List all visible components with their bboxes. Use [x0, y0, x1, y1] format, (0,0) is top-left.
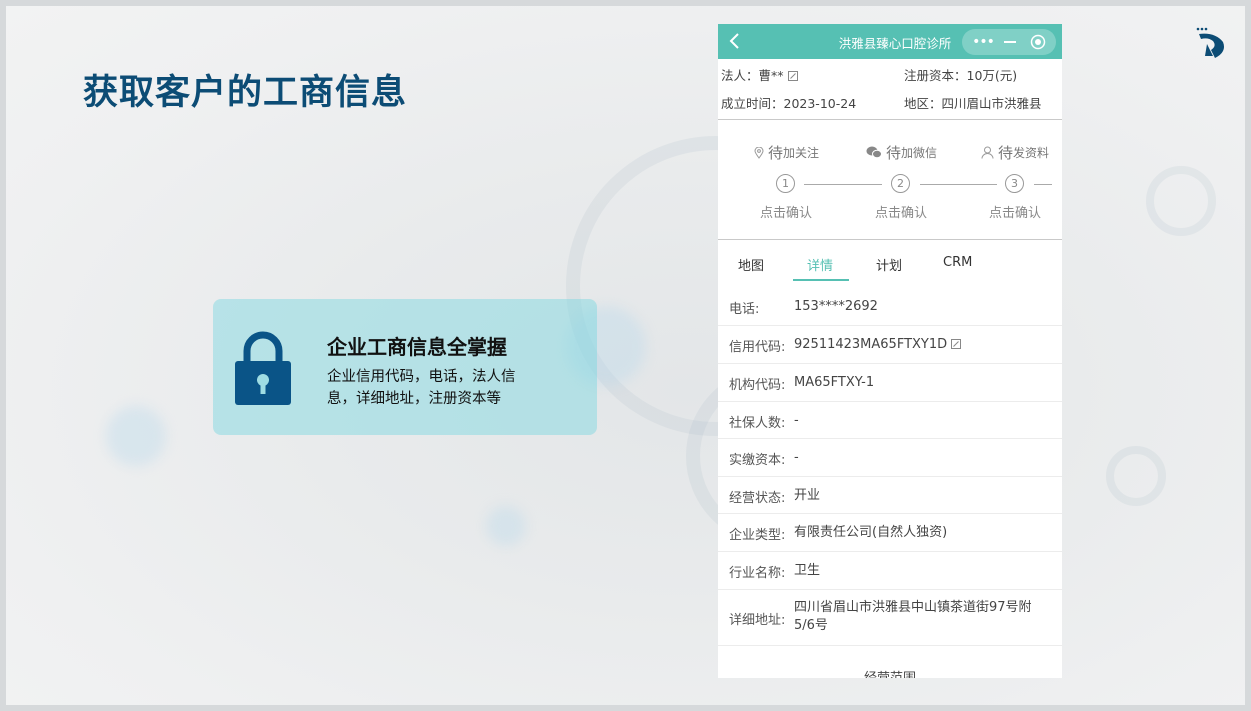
task-prefix: 待 — [998, 144, 1014, 162]
task-label: 发资料 — [1013, 146, 1050, 160]
task-label: 加微信 — [901, 146, 938, 160]
detail-key: 行业名称: — [729, 566, 786, 581]
tab-plan[interactable]: 计划 — [876, 255, 902, 274]
feature-description: 企业信用代码，电话，法人信息，详细地址，注册资本等 — [327, 369, 516, 407]
follow-up-steps: 待加关注 待加微信 待发资料 1 2 3 点击确认 点击确认 点击确认 — [718, 120, 1062, 240]
detail-row-paid-capital: 实缴资本: - — [718, 439, 1062, 477]
detail-value: 92511423MA65FTXY1D — [794, 336, 1048, 354]
detail-row-insured: 社保人数: - — [718, 402, 1062, 439]
task-follow[interactable]: 待加关注 — [754, 142, 819, 163]
company-logo-icon — [1196, 27, 1224, 58]
detail-key: 详细地址: — [729, 613, 786, 628]
detail-key: 社保人数: — [729, 416, 786, 431]
detail-key: 电话: — [729, 302, 760, 317]
detail-value: 153****2692 — [794, 299, 878, 314]
user-icon — [981, 146, 994, 159]
task-prefix: 待 — [886, 144, 902, 162]
tab-crm[interactable]: CRM — [943, 255, 972, 270]
wechat-icon — [866, 146, 882, 159]
detail-key: 经营状态: — [729, 491, 786, 506]
tab-details[interactable]: 详情 — [807, 255, 833, 274]
tab-map[interactable]: 地图 — [738, 255, 764, 274]
registered-capital: 注册资本：10万(元) — [904, 68, 1018, 83]
task-label: 加关注 — [783, 146, 820, 160]
detail-row-status: 经营状态: 开业 — [718, 477, 1062, 514]
detail-row-credit-code: 信用代码: 92511423MA65FTXY1D — [718, 326, 1062, 364]
phone-screen: 洪雅县臻心口腔诊所 ••• 法人：曹** 注册资本：10万(元) 成立时间：20… — [718, 24, 1062, 678]
credit-code-text: 92511423MA65FTXY1D — [794, 337, 948, 352]
legal-person-text: 法人：曹** — [721, 68, 784, 83]
feature-title: 企业工商信息全掌握 — [327, 335, 507, 359]
close-target-icon[interactable] — [1026, 29, 1050, 55]
detail-key: 信用代码: — [729, 340, 786, 355]
minimize-icon[interactable] — [1000, 29, 1020, 55]
detail-value: 有限责任公司(自然人独资) — [794, 525, 948, 540]
task-materials[interactable]: 待发资料 — [981, 142, 1049, 163]
detail-value: - — [794, 413, 799, 428]
detail-value: - — [794, 450, 799, 465]
legal-person: 法人：曹** — [721, 65, 798, 84]
step-3-circle: 3 — [1005, 174, 1024, 193]
confirm-button-3[interactable]: 点击确认 — [989, 202, 1041, 221]
gear-decoration — [1146, 166, 1216, 236]
location-pin-icon — [754, 146, 764, 159]
detail-row-type: 企业类型: 有限责任公司(自然人独资) — [718, 514, 1062, 552]
detail-value: MA65FTXY-1 — [794, 375, 875, 390]
detail-row-address: 详细地址: 四川省眉山市洪雅县中山镇茶道街97号附5/6号 — [718, 590, 1062, 646]
gear-decoration — [1106, 446, 1166, 506]
mini-program-capsule: ••• — [962, 29, 1056, 55]
active-tab-indicator — [793, 279, 849, 281]
confirm-button-1[interactable]: 点击确认 — [760, 202, 812, 221]
detail-row-org-code: 机构代码: MA65FTXY-1 — [718, 364, 1062, 402]
detail-value: 卫生 — [794, 563, 821, 578]
confirm-button-2[interactable]: 点击确认 — [875, 202, 927, 221]
slide-title: 获取客户的工商信息 — [83, 73, 408, 113]
detail-key: 企业类型: — [729, 528, 786, 543]
company-info-header: 法人：曹** 注册资本：10万(元) 成立时间：2023-10-24 地区：四川… — [718, 59, 1062, 120]
task-prefix: 待 — [768, 144, 784, 162]
step-connector — [1034, 184, 1052, 185]
glow-decoration — [106, 406, 166, 466]
founded-date: 成立时间：2023-10-24 — [721, 96, 857, 111]
step-1-circle: 1 — [776, 174, 795, 193]
lock-icon — [235, 331, 291, 405]
region: 地区：四川眉山市洪雅县 — [904, 96, 1042, 111]
feature-card: 企业工商信息全掌握 企业信用代码，电话，法人信息，详细地址，注册资本等 — [213, 299, 597, 435]
more-icon[interactable]: ••• — [968, 29, 998, 55]
glow-decoration — [486, 506, 526, 546]
copy-icon[interactable] — [951, 339, 962, 349]
detail-list: 电话: 153****2692 信用代码: 92511423MA65FTXY1D… — [718, 288, 1062, 646]
step-connector — [920, 184, 997, 185]
detail-row-phone[interactable]: 电话: 153****2692 — [718, 288, 1062, 326]
step-2-circle: 2 — [891, 174, 910, 193]
detail-value: 开业 — [794, 488, 821, 503]
edit-icon[interactable] — [787, 71, 798, 81]
task-wechat[interactable]: 待加微信 — [866, 142, 937, 163]
step-connector — [804, 184, 882, 185]
detail-tabs: 地图 详情 计划 CRM — [718, 240, 1062, 288]
detail-key: 实缴资本: — [729, 453, 786, 468]
business-scope-heading: 经营范围 — [718, 667, 1062, 678]
detail-value: 四川省眉山市洪雅县中山镇茶道街97号附5/6号 — [794, 600, 1032, 633]
nav-bar: 洪雅县臻心口腔诊所 ••• — [718, 24, 1062, 59]
detail-key: 机构代码: — [729, 378, 786, 393]
detail-row-industry: 行业名称: 卫生 — [718, 552, 1062, 590]
